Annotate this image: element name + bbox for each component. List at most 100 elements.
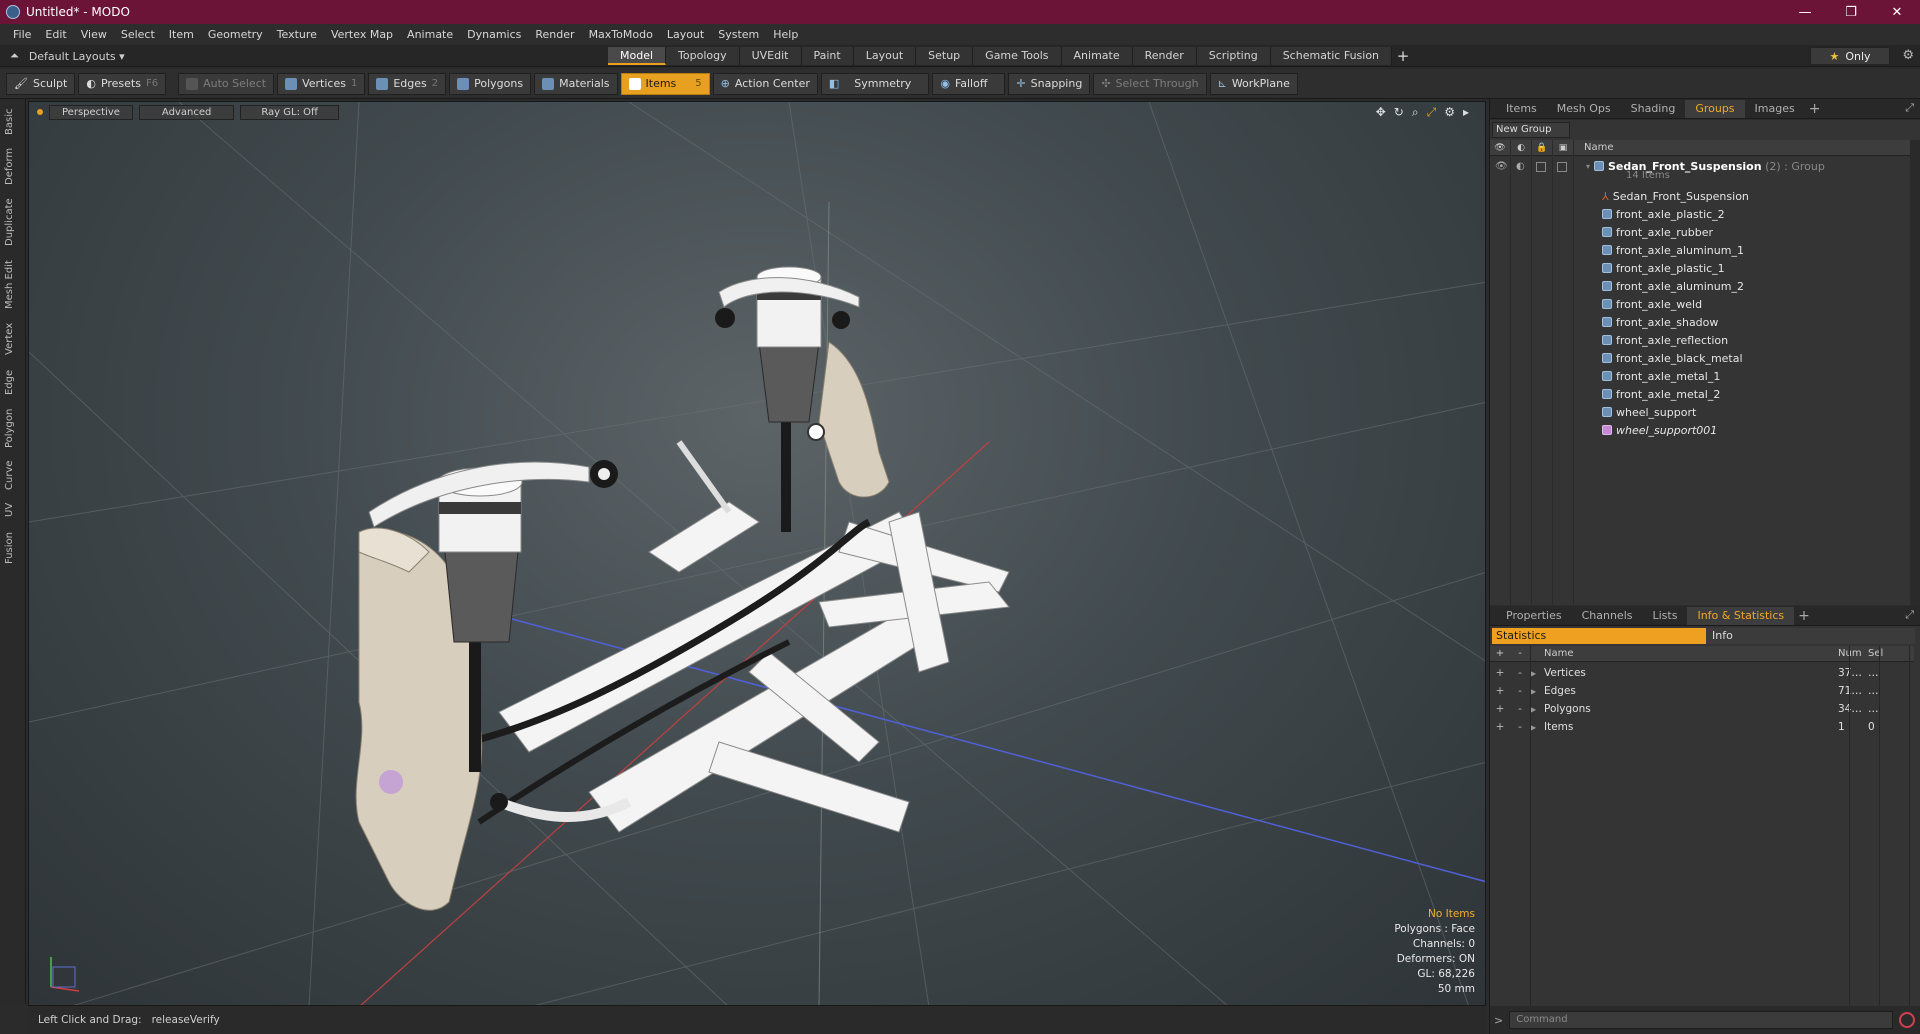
group-render-icon[interactable]: ◐ — [1516, 161, 1525, 172]
perspective-button[interactable]: Perspective — [49, 104, 133, 120]
table-row[interactable]: +-▶ Polygons34…… — [1490, 700, 1914, 718]
tab-scripting[interactable]: Scripting — [1196, 47, 1271, 65]
record-macro-icon[interactable] — [1899, 1012, 1915, 1028]
group-visibility-icon[interactable]: 👁 — [1495, 161, 1508, 172]
tab-items[interactable]: Items — [1496, 100, 1547, 118]
tab-animate[interactable]: Animate — [1061, 47, 1133, 65]
viewport-settings-icon[interactable]: ⚙ — [1444, 105, 1455, 120]
presets-button[interactable]: ◐ Presets F6 — [78, 72, 167, 95]
materials-button[interactable]: Materials — [534, 72, 618, 95]
list-item[interactable]: wheel_support001 — [1602, 421, 1717, 439]
table-row[interactable]: + - ▶ Items 1 0 — [1490, 718, 1914, 736]
pan-icon[interactable]: ✥ — [1376, 105, 1386, 120]
tab-setup[interactable]: Setup — [916, 47, 974, 65]
menu-file[interactable]: File — [6, 24, 38, 45]
auto-select-button[interactable]: Auto Select — [178, 72, 275, 95]
list-item[interactable]: wheel_support — [1602, 403, 1696, 421]
viewport-expand-icon[interactable]: ▸ — [1463, 105, 1469, 120]
close-button[interactable]: ✕ — [1874, 0, 1920, 24]
list-item[interactable]: front_axle_plastic_2 — [1602, 205, 1725, 223]
menu-geometry[interactable]: Geometry — [201, 24, 270, 45]
sculpt-button[interactable]: 🖌 Sculpt — [6, 72, 76, 95]
left-tab-polygon[interactable]: Polygon — [4, 405, 22, 451]
tab-uvedit[interactable]: UVEdit — [739, 47, 802, 65]
menu-texture[interactable]: Texture — [270, 24, 324, 45]
edges-button[interactable]: Edges 2 — [368, 72, 447, 95]
tab-info-statistics[interactable]: Info & Statistics — [1687, 606, 1795, 625]
zoom-icon[interactable]: ⌕ — [1412, 105, 1419, 120]
symmetry-button[interactable]: ◧ Symmetry — [820, 72, 930, 95]
groups-scrollbar[interactable] — [1910, 140, 1920, 605]
tab-layout[interactable]: Layout — [853, 47, 917, 65]
list-item[interactable]: front_axle_black_metal — [1602, 349, 1743, 367]
expand-all-icon[interactable]: + — [1490, 648, 1510, 659]
panel-maximize-icon[interactable]: ⤢ — [1905, 101, 1914, 115]
left-tab-curve[interactable]: Curve — [4, 457, 22, 493]
select-through-button[interactable]: ✣ Select Through — [1093, 72, 1207, 95]
new-group-button[interactable]: New Group — [1492, 122, 1570, 138]
add-icon[interactable]: + — [1490, 685, 1510, 697]
left-tab-uv[interactable]: UV — [4, 499, 22, 521]
menu-system[interactable]: System — [711, 24, 766, 45]
tab-model[interactable]: Model — [608, 47, 667, 65]
tab-shading[interactable]: Shading — [1621, 100, 1686, 118]
add-panel-tab-icon[interactable]: + — [1794, 607, 1814, 625]
tab-channels[interactable]: Channels — [1572, 607, 1643, 625]
list-item[interactable]: front_axle_rubber — [1602, 223, 1713, 241]
workplane-button[interactable]: ⊾ WorkPlane — [1209, 72, 1298, 95]
left-tab-deform[interactable]: Deform — [4, 145, 22, 187]
group-lock-toggle[interactable] — [1536, 162, 1546, 172]
expand-arrow-icon[interactable]: ▶ — [1530, 705, 1544, 714]
remove-icon[interactable]: - — [1510, 721, 1530, 733]
rotate-icon[interactable]: ↻ — [1394, 105, 1404, 120]
menu-edit[interactable]: Edit — [38, 24, 73, 45]
info-tab[interactable]: Info — [1706, 628, 1915, 644]
panel-maximize-icon[interactable]: ⤢ — [1905, 608, 1914, 622]
collapse-all-icon[interactable]: - — [1510, 648, 1530, 659]
list-item[interactable]: front_axle_aluminum_2 — [1602, 277, 1744, 295]
tab-game-tools[interactable]: Game Tools — [973, 47, 1062, 65]
table-row[interactable]: +-▶ Edges71…… — [1490, 682, 1914, 700]
tab-topology[interactable]: Topology — [666, 47, 740, 65]
tab-groups[interactable]: Groups — [1685, 99, 1745, 118]
add-icon[interactable]: + — [1490, 721, 1510, 733]
restore-button[interactable]: ❐ — [1828, 0, 1874, 24]
polygons-button[interactable]: Polygons — [449, 72, 532, 95]
left-tab-basic[interactable]: Basic — [4, 107, 22, 137]
add-tab-icon[interactable]: + — [1392, 47, 1414, 65]
fit-icon[interactable]: ⤢ — [1427, 105, 1437, 120]
collapse-arrow-icon[interactable]: ▾ — [1586, 162, 1594, 171]
minimize-button[interactable]: — — [1782, 0, 1828, 24]
remove-icon[interactable]: - — [1510, 703, 1530, 715]
tab-lists[interactable]: Lists — [1643, 607, 1688, 625]
left-tab-duplicate[interactable]: Duplicate — [4, 195, 22, 249]
falloff-button[interactable]: ◉ Falloff — [932, 72, 1006, 95]
only-button[interactable]: ★ Only — [1810, 47, 1890, 65]
advanced-button[interactable]: Advanced — [138, 104, 235, 120]
menu-maxtomodo[interactable]: MaxToModo — [582, 24, 660, 45]
add-panel-tab-icon[interactable]: + — [1805, 100, 1825, 118]
menu-help[interactable]: Help — [766, 24, 805, 45]
layout-toggle-icon[interactable]: ⏶ — [10, 49, 19, 63]
vertices-button[interactable]: Vertices 1 — [277, 72, 366, 95]
menu-render[interactable]: Render — [528, 24, 581, 45]
menu-view[interactable]: View — [74, 24, 114, 45]
items-button[interactable]: Items 5 — [620, 72, 710, 95]
add-icon[interactable]: + — [1490, 667, 1510, 679]
left-tab-fusion[interactable]: Fusion — [4, 529, 22, 567]
list-item[interactable]: front_axle_metal_2 — [1602, 385, 1720, 403]
expand-arrow-icon[interactable]: ▶ — [1530, 669, 1544, 678]
list-item[interactable]: front_axle_reflection — [1602, 331, 1728, 349]
tab-paint[interactable]: Paint — [801, 47, 854, 65]
tab-render[interactable]: Render — [1132, 47, 1197, 65]
tab-mesh-ops[interactable]: Mesh Ops — [1547, 100, 1621, 118]
layout-dropdown[interactable]: Default Layouts ▾ — [29, 50, 125, 63]
raygl-button[interactable]: Ray GL: Off — [240, 104, 339, 120]
table-row[interactable]: +-▶ Vertices37…… — [1490, 664, 1914, 682]
list-item[interactable]: front_axle_weld — [1602, 295, 1702, 313]
statistics-tab[interactable]: Statistics — [1492, 628, 1706, 644]
left-tab-edge[interactable]: Edge — [4, 365, 22, 399]
menu-animate[interactable]: Animate — [400, 24, 460, 45]
command-input[interactable]: Command — [1509, 1011, 1893, 1029]
left-tab-vertex[interactable]: Vertex — [4, 319, 22, 359]
